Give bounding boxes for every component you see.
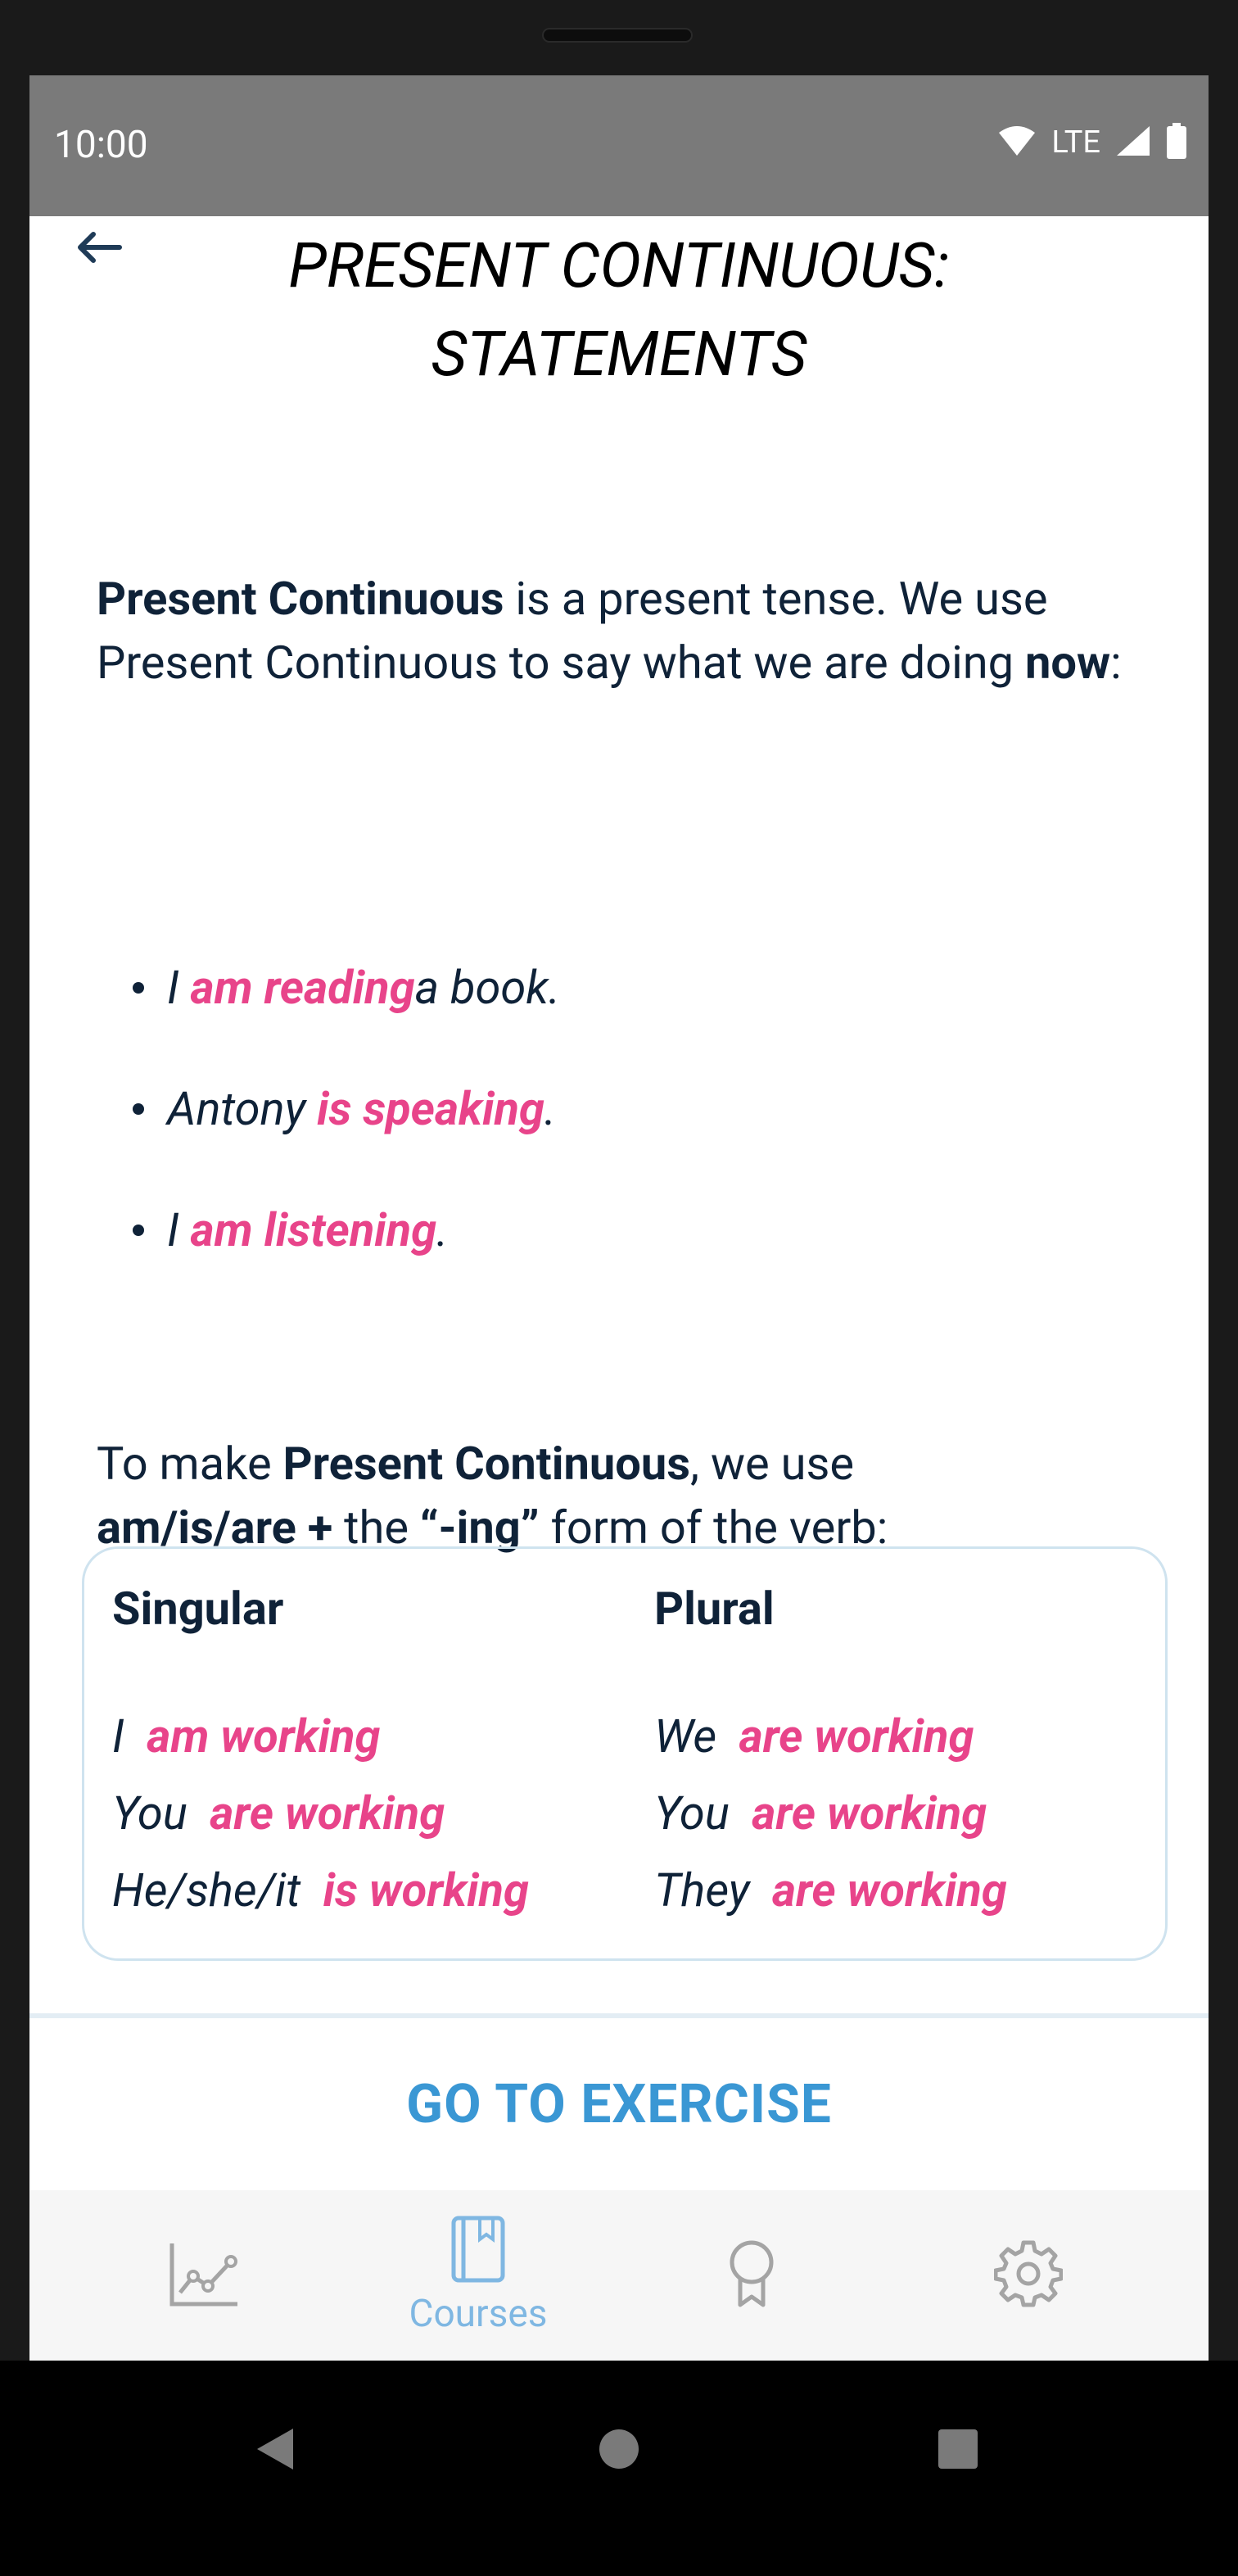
row-subject: They xyxy=(654,1863,761,1917)
intro-paragraph: Present Continuous is a present tense. W… xyxy=(97,567,1153,695)
singular-header: Singular xyxy=(112,1582,284,1636)
row-subject: You xyxy=(654,1786,741,1840)
status-time: 10:00 xyxy=(54,123,148,167)
row-subject: You xyxy=(112,1786,199,1840)
battery-icon xyxy=(1166,123,1187,162)
example-rest: . xyxy=(544,1082,557,1136)
home-circle-icon xyxy=(598,2428,640,2474)
row-verb: are working xyxy=(752,1786,987,1840)
gear-icon xyxy=(993,2239,1064,2311)
row-verb: are working xyxy=(739,1709,974,1763)
plural-column: Plural We are working You are working Th… xyxy=(654,1578,1007,1929)
row-subject: We xyxy=(654,1709,728,1763)
intro-term: Present Continuous xyxy=(97,572,504,626)
bullet xyxy=(133,1103,144,1115)
singular-column: Singular I am working You are working He… xyxy=(112,1578,529,1929)
table-row: He/she/it is working xyxy=(112,1852,529,1929)
rule-text2: , we use xyxy=(690,1437,855,1491)
nav-item-progress[interactable] xyxy=(82,2190,328,2361)
back-button[interactable] xyxy=(66,220,131,278)
book-icon xyxy=(449,2215,508,2287)
row-subject: I xyxy=(112,1709,136,1763)
example-list: I am reading a book. Antony is speaking.… xyxy=(133,927,560,1291)
status-bar: 10:00 LTE xyxy=(29,75,1209,216)
intro-text2: : xyxy=(1110,636,1122,690)
example-verb: am reading xyxy=(190,961,415,1015)
nav-item-courses[interactable]: Courses xyxy=(355,2190,601,2361)
page-title: PRESENT CONTINUOUS: STATEMENTS xyxy=(152,221,1086,398)
conjugation-table: Singular I am working You are working He… xyxy=(82,1546,1168,1961)
example-subject: Antony xyxy=(167,1082,306,1136)
intro-emphasis: now xyxy=(1024,636,1111,690)
recents-square-icon xyxy=(937,2428,979,2474)
nav-label-courses: Courses xyxy=(409,2292,548,2336)
bullet xyxy=(133,1225,144,1236)
rule-paragraph: To make Present Continuous, we use am/is… xyxy=(97,1432,1153,1560)
row-verb: is working xyxy=(323,1863,529,1917)
page-title-line2: STATEMENTS xyxy=(431,317,807,391)
arrow-left-icon xyxy=(74,229,123,269)
bullet xyxy=(133,982,144,994)
example-item: I am reading a book. xyxy=(133,927,560,1048)
row-verb: are working xyxy=(771,1863,1007,1917)
row-verb: are working xyxy=(210,1786,445,1840)
lesson-content: Present Continuous is a present tense. W… xyxy=(97,567,1153,695)
rule-text1: To make xyxy=(97,1437,283,1491)
status-icons: LTE xyxy=(997,123,1187,162)
example-verb: am listening xyxy=(190,1203,437,1257)
table-row: You are working xyxy=(112,1775,529,1852)
example-subject: I xyxy=(167,1203,179,1257)
award-icon xyxy=(727,2239,776,2311)
system-back-button[interactable] xyxy=(234,2410,316,2492)
nav-item-settings[interactable] xyxy=(906,2190,1151,2361)
system-recents-button[interactable] xyxy=(917,2410,999,2492)
row-subject: He/she/it xyxy=(112,1863,312,1917)
speaker-grille xyxy=(542,28,693,43)
example-rest: . xyxy=(436,1203,449,1257)
table-row: You are working xyxy=(654,1775,1007,1852)
row-verb: am working xyxy=(147,1709,381,1763)
page-title-line1: PRESENT CONTINUOUS: xyxy=(288,229,950,302)
rule-term: Present Continuous xyxy=(282,1437,691,1491)
app-screen: 10:00 LTE PRESENT CONTINUOUS: STATEMENTS… xyxy=(29,75,1209,2361)
back-triangle-icon xyxy=(254,2425,296,2476)
example-verb: is speaking xyxy=(317,1082,544,1136)
device-top-bezel xyxy=(0,0,1238,75)
table-row: They are working xyxy=(654,1852,1007,1929)
example-subject: I xyxy=(167,961,179,1015)
nav-item-achievements[interactable] xyxy=(629,2190,874,2361)
divider xyxy=(29,2013,1209,2018)
wifi-icon xyxy=(997,124,1037,161)
signal-icon xyxy=(1115,124,1151,161)
example-rest: a book. xyxy=(414,961,561,1015)
plural-header: Plural xyxy=(654,1582,775,1636)
chart-icon xyxy=(169,2240,241,2311)
system-navigation-bar xyxy=(0,2361,1238,2576)
system-home-button[interactable] xyxy=(578,2410,660,2492)
bottom-navigation: Courses xyxy=(29,2190,1209,2361)
table-row: We are working xyxy=(654,1698,1007,1775)
go-to-exercise-button[interactable]: GO TO EXERCISE xyxy=(29,2020,1209,2189)
table-row: I am working xyxy=(112,1698,529,1775)
example-item: I am listening. xyxy=(133,1170,560,1291)
example-item: Antony is speaking. xyxy=(133,1048,560,1170)
network-type: LTE xyxy=(1051,124,1100,161)
